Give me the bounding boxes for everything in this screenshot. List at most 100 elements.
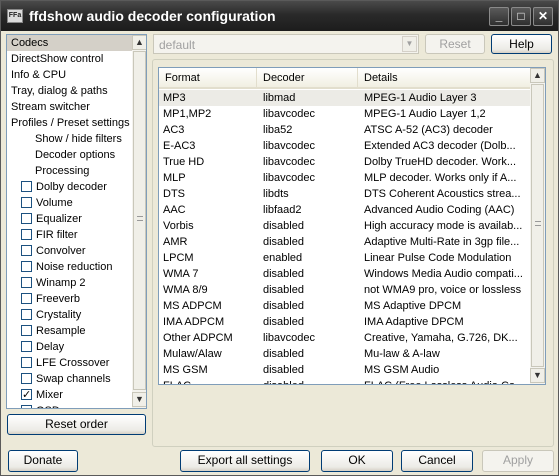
page-list-item[interactable]: Resample [7, 323, 133, 339]
scroll-down-arrow-icon[interactable]: ▼ [132, 392, 146, 407]
filter-enable-checkbox[interactable] [21, 277, 32, 288]
table-row[interactable]: MP3 libmad MPEG-1 Audio Layer 3 [159, 90, 530, 106]
filter-enable-checkbox[interactable] [21, 181, 32, 192]
export-all-settings-button[interactable]: Export all settings [180, 450, 310, 472]
cell-decoder[interactable]: libavcodec [263, 330, 361, 346]
table-row[interactable]: MS GSM disabled MS GSM Audio [159, 362, 530, 378]
filter-enable-checkbox[interactable] [21, 293, 32, 304]
cell-decoder[interactable]: disabled [263, 218, 361, 234]
table-row[interactable]: WMA 7 disabled Windows Media Audio compati… [159, 266, 530, 282]
table-scrollbar[interactable]: ▲ ▼ [530, 68, 545, 384]
page-list-item[interactable]: Dolby decoder [7, 179, 133, 195]
page-list-item[interactable]: Swap channels [7, 371, 133, 387]
column-header-format[interactable]: Format [159, 68, 257, 89]
page-list-item[interactable]: Crystality [7, 307, 133, 323]
filter-enable-checkbox[interactable] [21, 213, 32, 224]
filter-enable-checkbox[interactable] [21, 373, 32, 384]
help-button[interactable]: Help [491, 34, 552, 54]
page-list-item[interactable]: Freeverb [7, 291, 133, 307]
settings-page-list[interactable]: Codecs DirectShow control Info & CPU Tray, … [6, 34, 147, 409]
page-list-item[interactable]: Volume [7, 195, 133, 211]
cell-decoder[interactable]: disabled [263, 378, 361, 384]
reset-order-button[interactable]: Reset order [7, 414, 146, 435]
cell-decoder[interactable]: libfaad2 [263, 202, 361, 218]
page-list-item[interactable]: Processing [7, 163, 133, 179]
column-header-decoder[interactable]: Decoder [257, 68, 358, 89]
cell-decoder[interactable]: disabled [263, 234, 361, 250]
page-list-item[interactable]: FIR filter [7, 227, 133, 243]
filter-enable-checkbox[interactable] [21, 357, 32, 368]
page-list-item[interactable]: DirectShow control [7, 51, 133, 67]
filter-enable-checkbox[interactable] [21, 387, 32, 403]
page-list-item[interactable]: Show / hide filters [7, 131, 133, 147]
column-header-details[interactable]: Details [358, 68, 530, 89]
cell-decoder[interactable]: enabled [263, 250, 361, 266]
page-list-item[interactable]: LFE Crossover [7, 355, 133, 371]
page-list-item[interactable]: Info & CPU [7, 67, 133, 83]
maximize-button[interactable]: □ [511, 7, 531, 26]
filter-enable-checkbox[interactable] [21, 261, 32, 272]
table-row[interactable]: IMA ADPCM disabled IMA Adaptive DPCM [159, 314, 530, 330]
table-row[interactable]: E-AC3 libavcodec Extended AC3 decoder (Dol… [159, 138, 530, 154]
cell-decoder[interactable]: disabled [263, 282, 361, 298]
table-row[interactable]: AAC libfaad2 Advanced Audio Coding (AAC) [159, 202, 530, 218]
cell-decoder[interactable]: disabled [263, 298, 361, 314]
cell-decoder[interactable]: disabled [263, 362, 361, 378]
cell-decoder[interactable]: libavcodec [263, 154, 361, 170]
minimize-button[interactable]: _ [489, 7, 509, 26]
table-row[interactable]: FLAC disabledFLAC (Free Lossless Audio Co… [159, 378, 530, 384]
page-list-item[interactable]: Winamp 2 [7, 275, 133, 291]
page-list-item[interactable]: Noise reduction [7, 259, 133, 275]
page-list-item[interactable]: Mixer [7, 387, 133, 403]
cell-decoder[interactable]: libmad [263, 90, 361, 106]
page-list-item[interactable]: Delay [7, 339, 133, 355]
table-row[interactable]: DTS libdts DTS Coherent Acoustics strea... [159, 186, 530, 202]
filter-enable-checkbox[interactable] [21, 341, 32, 352]
cell-decoder[interactable]: disabled [263, 314, 361, 330]
table-row[interactable]: Other ADPCM libavcodec Creative, Yamaha, G… [159, 330, 530, 346]
filter-enable-checkbox[interactable] [21, 325, 32, 336]
page-list-item[interactable]: Tray, dialog & paths [7, 83, 133, 99]
filter-enable-checkbox[interactable] [21, 229, 32, 240]
page-list-item[interactable]: Decoder options [7, 147, 133, 163]
scroll-thumb[interactable] [133, 51, 146, 390]
page-list-item[interactable]: Equalizer [7, 211, 133, 227]
codecs-table[interactable]: Format Decoder Details MP3 libmad MPEG-1 A… [158, 67, 546, 385]
cancel-button[interactable]: Cancel [401, 450, 473, 472]
filter-enable-checkbox[interactable] [21, 245, 32, 256]
cell-decoder[interactable]: libdts [263, 186, 361, 202]
table-row[interactable]: AC3 liba52 ATSC A-52 (AC3) decoder [159, 122, 530, 138]
scroll-down-arrow-icon[interactable]: ▼ [530, 368, 545, 383]
scroll-up-arrow-icon[interactable]: ▲ [530, 68, 545, 83]
table-row[interactable]: MS ADPCM disabled MS Adaptive DPCM [159, 298, 530, 314]
close-button[interactable]: ✕ [533, 7, 553, 26]
cell-decoder[interactable]: disabled [263, 266, 361, 282]
page-list-item[interactable]: OSD [7, 403, 133, 408]
cell-decoder[interactable]: libavcodec [263, 170, 361, 186]
page-list-scrollbar[interactable]: ▲ ▼ [132, 35, 146, 408]
page-list-item[interactable]: Codecs [7, 35, 133, 51]
cell-decoder[interactable]: liba52 [263, 122, 361, 138]
ok-button[interactable]: OK [321, 450, 393, 472]
table-row[interactable]: MP1,MP2 libavcodec MPEG-1 Audio Layer 1,2 [159, 106, 530, 122]
table-row[interactable]: AMR disabled Adaptive Multi-Rate in 3gp fi… [159, 234, 530, 250]
page-list-item[interactable]: Profiles / Preset settings [7, 115, 133, 131]
table-row[interactable]: MLP libavcodec MLP decoder. Works only if … [159, 170, 530, 186]
table-row[interactable]: Mulaw/Alaw disabled Mu-law & A-law [159, 346, 530, 362]
preset-combobox[interactable]: default ▼ [153, 34, 419, 54]
title-bar[interactable]: FFa ffdshow audio decoder configuration … [1, 1, 558, 31]
table-row[interactable]: True HD libavcodec Dolby TrueHD decoder. W… [159, 154, 530, 170]
cell-decoder[interactable]: libavcodec [263, 138, 361, 154]
donate-button[interactable]: Donate [8, 450, 78, 472]
table-row[interactable]: LPCM enabled Linear Pulse Code Modulation [159, 250, 530, 266]
scroll-thumb[interactable] [531, 84, 544, 367]
preset-reset-button[interactable]: Reset [425, 34, 485, 54]
table-row[interactable]: Vorbis disabled High accuracy mode is avai… [159, 218, 530, 234]
cell-decoder[interactable]: libavcodec [263, 106, 361, 122]
page-list-item[interactable]: Stream switcher [7, 99, 133, 115]
page-list-item[interactable]: Convolver [7, 243, 133, 259]
filter-enable-checkbox[interactable] [21, 197, 32, 208]
scroll-up-arrow-icon[interactable]: ▲ [132, 35, 146, 50]
filter-enable-checkbox[interactable] [21, 405, 32, 408]
apply-button[interactable]: Apply [482, 450, 554, 472]
